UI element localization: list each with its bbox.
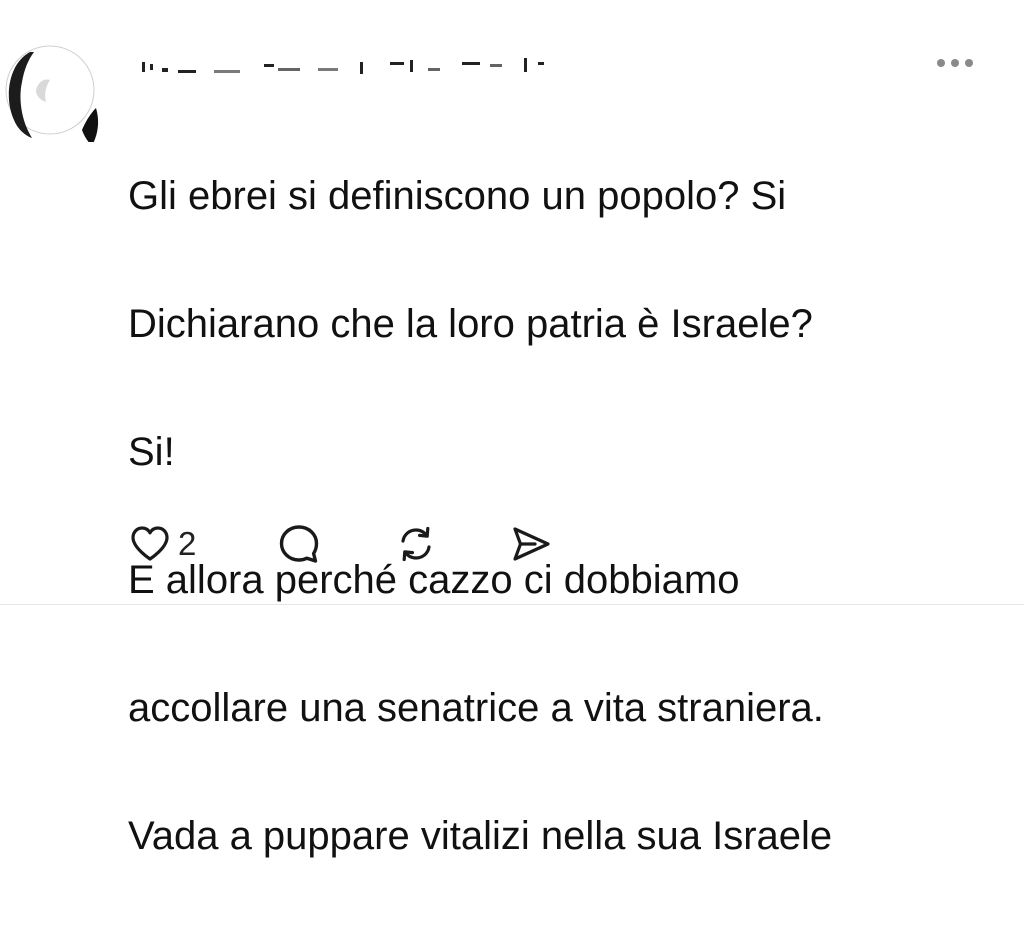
speech-bubble-icon bbox=[279, 525, 319, 563]
more-options-dot bbox=[965, 59, 973, 67]
repost-icon bbox=[401, 526, 431, 562]
avatar[interactable] bbox=[0, 38, 104, 156]
more-options-button[interactable] bbox=[930, 50, 980, 76]
divider bbox=[0, 604, 1024, 605]
post-card: Gli ebrei si definiscono un popolo? Si D… bbox=[0, 0, 1024, 858]
like-button[interactable]: 2 bbox=[128, 516, 196, 572]
more-options-dot bbox=[951, 59, 959, 67]
reply-button[interactable] bbox=[276, 516, 322, 572]
repost-button[interactable] bbox=[394, 516, 438, 572]
post-text-line: Dichiarano che la loro patria è Israele? bbox=[128, 302, 813, 346]
more-options-dot bbox=[937, 59, 945, 67]
like-count: 2 bbox=[178, 525, 197, 562]
post-text-line: accollare una senatrice a vita straniera… bbox=[128, 686, 824, 730]
post-text-line: Si! bbox=[128, 430, 175, 474]
avatar-image bbox=[5, 45, 99, 156]
heart-icon bbox=[131, 526, 169, 561]
author-name-obscured bbox=[142, 58, 544, 74]
post-text-line: Gli ebrei si definiscono un popolo? Si bbox=[128, 174, 787, 218]
share-button[interactable] bbox=[508, 516, 554, 572]
send-icon bbox=[513, 527, 550, 561]
post-text-line: Vada a puppare vitalizi nella sua Israel… bbox=[128, 814, 833, 858]
action-bar: 2 bbox=[128, 516, 628, 572]
author-name[interactable] bbox=[128, 40, 568, 82]
